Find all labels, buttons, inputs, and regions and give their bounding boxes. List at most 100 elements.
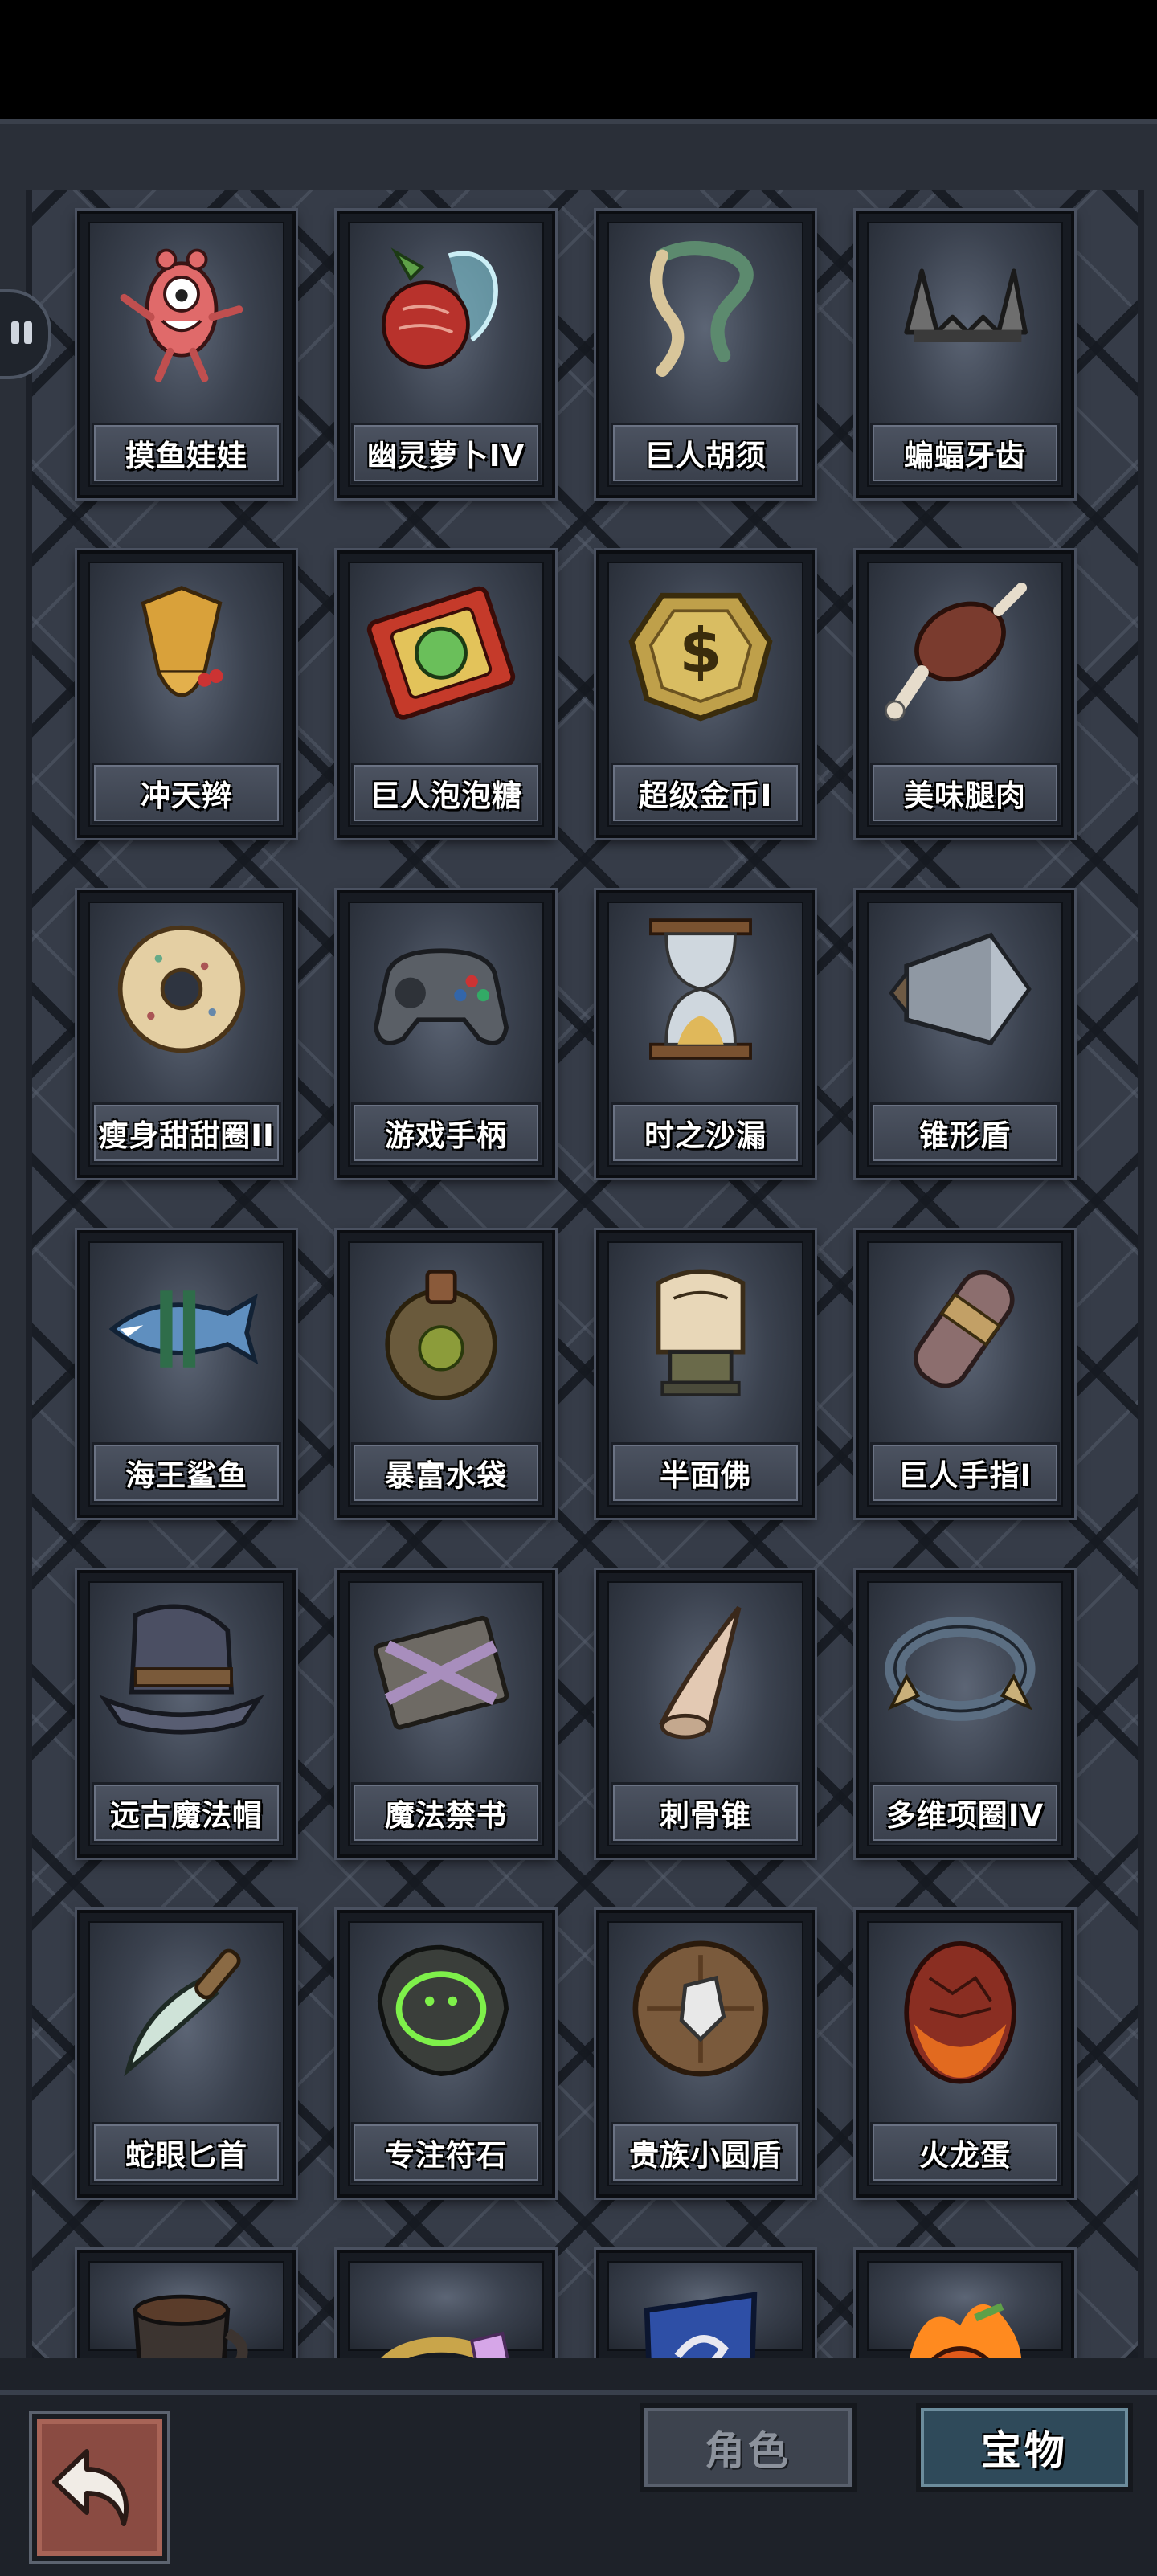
hourglass-icon <box>612 905 789 1073</box>
item-label: 远古魔法帽 <box>110 1798 263 1833</box>
item-label-box: 锥形盾 <box>870 1102 1060 1163</box>
item-card[interactable]: 瘦身甜甜圈II <box>77 890 296 1178</box>
item-label-box: 超级金币I <box>611 763 800 824</box>
item-label: 蝙蝠牙齿 <box>904 439 1026 473</box>
item-label-box: 刺骨锥 <box>611 1782 800 1843</box>
dragon-crest-shield-icon <box>612 2264 789 2359</box>
status-bar <box>0 0 1157 119</box>
item-label: 瘦身甜甜圈II <box>98 1118 275 1153</box>
item-label-box: 美味腿肉 <box>870 763 1060 824</box>
back-button[interactable] <box>32 2414 167 2561</box>
item-card[interactable]: 刺骨锥 <box>596 1570 815 1858</box>
bottom-bar: 角色 宝物 <box>0 2390 1157 2576</box>
item-card[interactable]: 蝙蝠牙齿 <box>856 211 1074 498</box>
item-card[interactable]: $ 超级金币I <box>596 550 815 838</box>
item-label-box: 火龙蛋 <box>870 2122 1060 2183</box>
bottom-shade <box>0 2358 1157 2390</box>
forbidden-book-icon <box>353 1584 529 1753</box>
item-label: 幽灵萝卜IV <box>366 439 525 473</box>
item-label: 巨人泡泡糖 <box>370 779 522 813</box>
item-label-box: 冲天辫 <box>92 763 281 824</box>
item-label-box: 暴富水袋 <box>351 1442 541 1503</box>
item-label: 巨人手指I <box>897 1458 1032 1493</box>
item-card[interactable]: 暴富水袋 <box>337 1230 555 1518</box>
shark-icon <box>93 1245 270 1413</box>
item-card[interactable]: 锥形盾 <box>856 890 1074 1178</box>
bone-spike-icon <box>612 1584 789 1753</box>
buddha-fist-icon <box>612 1245 789 1413</box>
cone-shield-icon <box>872 905 1049 1073</box>
item-label-box: 游戏手柄 <box>351 1102 541 1163</box>
pink-doll-icon <box>93 225 270 394</box>
item-label: 贵族小圆盾 <box>629 2138 782 2173</box>
item-card[interactable]: 专注符石 <box>337 1910 555 2198</box>
item-label: 魔法禁书 <box>385 1798 507 1833</box>
item-label-box: 幽灵萝卜IV <box>351 423 541 484</box>
item-label: 多维项圈IV <box>885 1798 1045 1833</box>
item-label-box: 专注符石 <box>351 2122 541 2183</box>
item-card[interactable]: 火龙蛋 <box>856 1910 1074 2198</box>
item-card[interactable]: 海王鲨鱼 <box>77 1230 296 1518</box>
item-card[interactable]: 巨人手指I <box>856 1230 1074 1518</box>
ring-icon <box>353 2264 529 2359</box>
item-card[interactable]: 幽灵萝卜IV <box>337 211 555 498</box>
ghost-radish-icon <box>353 225 529 394</box>
item-card[interactable]: 游戏手柄 <box>337 890 555 1178</box>
dragon-egg-icon <box>872 1924 1049 2093</box>
item-label-box: 蝙蝠牙齿 <box>870 423 1060 484</box>
item-label: 暴富水袋 <box>385 1458 507 1493</box>
item-label-box: 蛇眼匕首 <box>92 2122 281 2183</box>
item-card[interactable]: 多维项圈IV <box>856 1570 1074 1858</box>
item-label-box: 贵族小圆盾 <box>611 2122 800 2183</box>
item-label: 蛇眼匕首 <box>125 2138 247 2173</box>
item-label-box: 瘦身甜甜圈II <box>92 1102 281 1163</box>
tab-treasure[interactable]: 宝物 <box>916 2403 1133 2492</box>
item-card[interactable]: 巨人泡泡糖 <box>337 550 555 838</box>
donut-icon <box>93 905 270 1073</box>
fire-pumpkin-icon <box>872 2264 1049 2359</box>
item-label-box: 半面佛 <box>611 1442 800 1503</box>
item-label: 巨人胡须 <box>644 439 767 473</box>
item-card[interactable]: 摸鱼娃娃 <box>77 211 296 498</box>
item-card[interactable]: 巨人胡须 <box>596 211 815 498</box>
item-card[interactable] <box>856 2250 1074 2362</box>
item-card[interactable]: 时之沙漏 <box>596 890 815 1178</box>
item-label: 专注符石 <box>385 2138 507 2173</box>
mug-icon <box>93 2264 270 2359</box>
item-card[interactable] <box>77 2250 296 2362</box>
bat-teeth-icon <box>872 225 1049 394</box>
item-label-box: 摸鱼娃娃 <box>92 423 281 484</box>
meat-leg-icon <box>872 565 1049 734</box>
bubble-gum-icon <box>353 565 529 734</box>
item-card[interactable]: 美味腿肉 <box>856 550 1074 838</box>
dagger-icon <box>93 1924 270 2093</box>
item-label: 刺骨锥 <box>660 1798 751 1833</box>
item-card[interactable]: 远古魔法帽 <box>77 1570 296 1858</box>
tab-role-label: 角色 <box>705 2427 791 2474</box>
water-bag-icon <box>353 1245 529 1413</box>
item-card[interactable] <box>337 2250 555 2362</box>
item-label-box: 多维项圈IV <box>870 1782 1060 1843</box>
item-card[interactable]: 半面佛 <box>596 1230 815 1518</box>
giant-beard-icon <box>612 225 789 394</box>
wizard-hat-icon <box>93 1584 270 1753</box>
gamepad-icon <box>353 905 529 1073</box>
item-card[interactable]: 蛇眼匕首 <box>77 1910 296 2198</box>
item-label: 美味腿肉 <box>904 779 1026 813</box>
item-card[interactable]: 魔法禁书 <box>337 1570 555 1858</box>
item-label: 超级金币I <box>638 779 773 813</box>
item-label-box: 远古魔法帽 <box>92 1782 281 1843</box>
item-label-box: 魔法禁书 <box>351 1782 541 1843</box>
item-card[interactable]: 冲天辫 <box>77 550 296 838</box>
item-card[interactable]: 贵族小圆盾 <box>596 1910 815 2198</box>
tab-role[interactable]: 角色 <box>640 2403 857 2492</box>
giant-finger-icon <box>872 1245 1049 1413</box>
item-label: 冲天辫 <box>141 779 232 813</box>
back-arrow-icon <box>52 2449 129 2526</box>
item-label: 游戏手柄 <box>385 1118 507 1153</box>
item-label-box: 巨人胡须 <box>611 423 800 484</box>
item-card[interactable] <box>596 2250 815 2362</box>
item-label-box: 巨人泡泡糖 <box>351 763 541 824</box>
item-label: 半面佛 <box>660 1458 751 1493</box>
svg-text:$: $ <box>679 616 722 688</box>
